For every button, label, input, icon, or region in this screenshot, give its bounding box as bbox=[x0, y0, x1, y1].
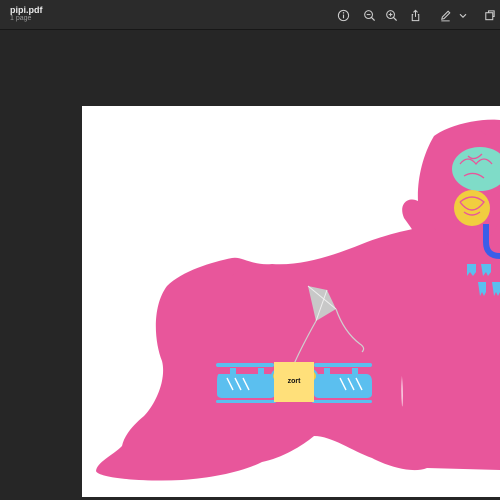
crop-icon bbox=[484, 9, 495, 20]
markup-menu-button[interactable] bbox=[457, 6, 469, 24]
pdf-page: zort bbox=[82, 106, 500, 497]
zoom-out-button[interactable] bbox=[360, 6, 378, 24]
info-button[interactable] bbox=[334, 6, 352, 24]
info-icon bbox=[337, 9, 349, 21]
page-artwork bbox=[96, 119, 500, 481]
rotate-button[interactable] bbox=[480, 6, 498, 24]
bread-sticker bbox=[454, 190, 490, 226]
pen-icon bbox=[440, 10, 450, 21]
zoom-out-icon bbox=[363, 9, 375, 21]
sticky-note[interactable]: zort bbox=[274, 362, 314, 402]
share-icon bbox=[411, 9, 419, 21]
zoom-in-icon bbox=[385, 9, 397, 21]
chevron-down-icon bbox=[459, 13, 467, 18]
document-title: pipi.pdf bbox=[10, 5, 43, 15]
share-button[interactable] bbox=[406, 6, 424, 24]
sticky-note-text: zort bbox=[287, 378, 301, 385]
markup-button[interactable] bbox=[436, 6, 454, 24]
document-viewport[interactable]: zort bbox=[0, 30, 500, 500]
toolbar: pipi.pdf 1 page bbox=[0, 0, 500, 30]
zoom-in-button[interactable] bbox=[382, 6, 400, 24]
document-page-count: 1 page bbox=[10, 15, 32, 22]
